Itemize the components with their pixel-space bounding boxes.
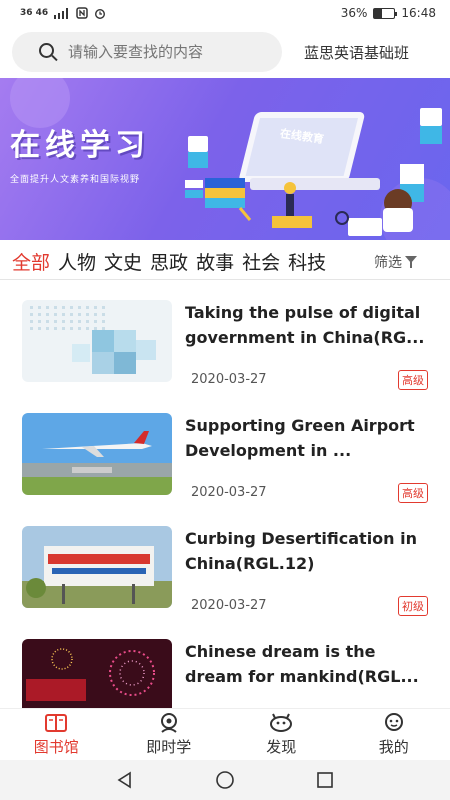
status-bar: 36 46 36% 16:48: [0, 0, 450, 26]
tab-item[interactable]: 故事: [196, 248, 234, 275]
banner-subtitle: 全面提升人文素养和国际视野: [10, 175, 141, 185]
article-list: Taking the pulse of digital government i…: [0, 282, 450, 708]
article-thumbnail: [22, 526, 172, 608]
promo-banner[interactable]: 在线学习 全面提升人文素养和国际视野 在线教育: [0, 78, 450, 240]
level-badge: 高级: [398, 370, 428, 390]
article-info: Taking the pulse of digital government i…: [185, 300, 430, 395]
class-name-link[interactable]: 蓝思英语基础班: [304, 42, 409, 63]
nav-label-discover: 发现: [266, 738, 297, 756]
alarm-icon: [95, 9, 106, 19]
nav-instant-learn[interactable]: 即时学: [113, 709, 226, 760]
article-title: Supporting Green Airport Development in …: [185, 416, 415, 460]
search-icon: [38, 42, 58, 62]
article-title: Curbing Desertification in China(RGL.12): [185, 529, 418, 573]
article-info: Chinese dream is the dream for mankind(R…: [185, 639, 430, 708]
nav-label-library: 图书馆: [33, 738, 79, 756]
book-icon: [45, 714, 68, 732]
article-item[interactable]: Curbing Desertification in China(RGL.12)…: [0, 508, 450, 621]
filter-label: 筛选: [374, 254, 402, 271]
profile-icon: [384, 713, 403, 731]
article-item[interactable]: Taking the pulse of digital government i…: [0, 282, 450, 395]
banner-title: 在线学习: [10, 128, 150, 163]
signal-icon: [54, 7, 69, 19]
nav-discover[interactable]: 发现: [225, 709, 338, 760]
category-tab-list[interactable]: 全部 人物 文史 思政 故事 社会 科技: [12, 248, 362, 275]
filter-button[interactable]: 筛选: [374, 252, 421, 272]
filter-icon: [405, 255, 421, 269]
nav-profile[interactable]: 我的: [338, 709, 450, 760]
tab-item[interactable]: 社会: [242, 248, 280, 275]
back-icon[interactable]: [115, 770, 135, 790]
home-icon[interactable]: [215, 770, 235, 790]
battery-fill: [374, 8, 382, 18]
bottom-nav: 图书馆 即时学 发现 我的: [0, 708, 450, 760]
article-date: 2020-03-27: [191, 485, 267, 500]
nav-label-profile: 我的: [378, 738, 409, 756]
app-screen: 36 46 36% 16:48 蓝思英语基础班: [0, 0, 450, 800]
recents-icon[interactable]: [315, 770, 335, 790]
status-right: 36% 16:48: [341, 6, 436, 20]
learn-icon: [160, 713, 177, 733]
system-nav-bar: [0, 760, 450, 800]
article-date: 2020-03-27: [191, 598, 267, 613]
tab-item[interactable]: 人物: [58, 248, 96, 275]
article-thumbnail: [22, 413, 172, 495]
tab-item[interactable]: 文史: [104, 248, 142, 275]
search-input[interactable]: [68, 43, 268, 61]
tab-item[interactable]: 科技: [288, 248, 326, 275]
article-info: Curbing Desertification in China(RGL.12)…: [185, 526, 430, 621]
level-badge: 高级: [398, 483, 428, 503]
article-item[interactable]: Chinese dream is the dream for mankind(R…: [0, 621, 450, 708]
nfc-icon: [76, 7, 88, 19]
article-info: Supporting Green Airport Development in …: [185, 413, 430, 508]
signal-text: 36 46: [20, 8, 49, 18]
article-item[interactable]: Supporting Green Airport Development in …: [0, 395, 450, 508]
search-bar[interactable]: [12, 32, 282, 72]
tab-item[interactable]: 思政: [150, 248, 188, 275]
status-left: 36 46: [20, 7, 106, 19]
nav-library[interactable]: 图书馆: [0, 709, 113, 760]
article-date: 2020-03-27: [191, 372, 267, 387]
article-title: Chinese dream is the dream for mankind(R…: [185, 642, 419, 686]
battery-percent: 36%: [340, 6, 368, 20]
discover-icon: [270, 713, 293, 732]
article-thumbnail: [22, 300, 172, 382]
battery-icon: [373, 7, 398, 19]
level-badge: 初级: [398, 596, 428, 616]
article-title: Taking the pulse of digital government i…: [185, 303, 425, 347]
article-thumbnail: [22, 639, 172, 708]
nav-label-instant-learn: 即时学: [146, 738, 192, 756]
clock: 16:48: [401, 6, 436, 20]
category-tabs: 全部 人物 文史 思政 故事 社会 科技 筛选: [0, 244, 450, 280]
tab-item[interactable]: 全部: [12, 248, 50, 275]
header: 蓝思英语基础班: [0, 28, 450, 76]
